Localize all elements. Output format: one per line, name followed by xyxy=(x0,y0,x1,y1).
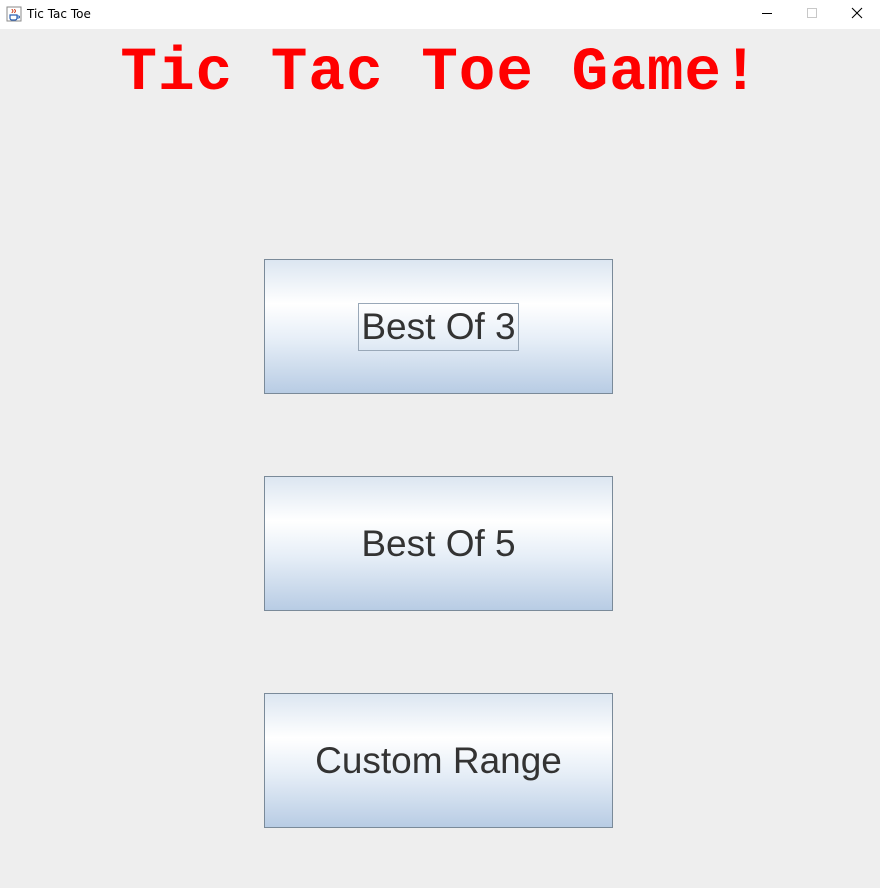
custom-range-label: Custom Range xyxy=(315,739,562,781)
maximize-icon xyxy=(806,6,818,24)
minimize-icon xyxy=(761,6,773,24)
app-window: Tic Tac Toe Tic Tac Toe Game! Best Of 3 … xyxy=(0,0,880,888)
maximize-button[interactable] xyxy=(789,0,835,29)
minimize-button[interactable] xyxy=(744,0,790,29)
game-title: Tic Tac Toe Game! xyxy=(120,39,760,108)
java-cup-icon xyxy=(6,6,22,22)
best-of-3-label: Best Of 3 xyxy=(358,302,519,351)
close-button[interactable] xyxy=(834,0,880,29)
close-icon xyxy=(851,6,863,24)
main-panel: Tic Tac Toe Game! Best Of 3 Best Of 5 Cu… xyxy=(0,29,880,888)
best-of-5-label: Best Of 5 xyxy=(361,522,516,564)
best-of-3-button[interactable]: Best Of 3 xyxy=(264,259,613,394)
window-title: Tic Tac Toe xyxy=(27,7,91,21)
best-of-5-button[interactable]: Best Of 5 xyxy=(264,476,613,611)
custom-range-button[interactable]: Custom Range xyxy=(264,693,613,828)
title-bar[interactable]: Tic Tac Toe xyxy=(0,0,880,29)
